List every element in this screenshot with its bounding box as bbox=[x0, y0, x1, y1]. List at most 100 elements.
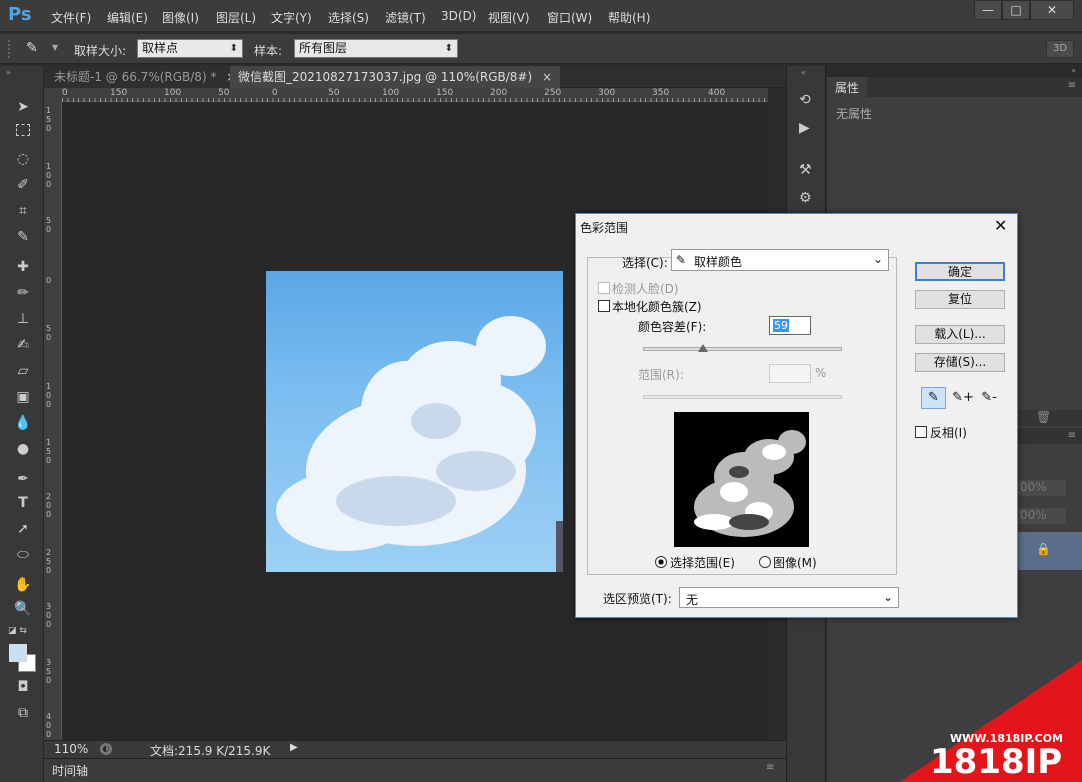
properties-tab-bar: 属性 ≡ bbox=[827, 77, 1082, 97]
adjustments-icon[interactable]: ⚙ bbox=[799, 190, 812, 206]
no-properties-text: 无属性 bbox=[836, 107, 873, 121]
menu-edit[interactable]: 编辑(E) bbox=[107, 9, 148, 26]
image-radio[interactable] bbox=[759, 556, 771, 568]
dialog-close-icon[interactable]: ✕ bbox=[994, 216, 1007, 235]
status-menu-arrow-icon[interactable]: ▶ bbox=[290, 742, 298, 753]
eyedropper-tool-icon[interactable]: ✎ bbox=[12, 228, 34, 246]
clone-stamp-tool-icon[interactable]: ⊥ bbox=[12, 310, 34, 328]
eyedropper-tool-icon[interactable]: ✎ bbox=[26, 40, 38, 56]
detect-faces-checkbox[interactable] bbox=[598, 282, 610, 294]
invert-checkbox[interactable] bbox=[915, 426, 927, 438]
dodge-tool-icon[interactable]: ● bbox=[12, 440, 34, 458]
range-input[interactable] bbox=[769, 364, 811, 383]
brush-presets-icon[interactable]: ⚒ bbox=[799, 162, 812, 178]
menu-help[interactable]: 帮助(H) bbox=[608, 9, 650, 26]
opacity-field[interactable]: 00% bbox=[1018, 480, 1066, 496]
vertical-ruler[interactable]: 150 100 50 0 50 100 150 200 250 300 350 … bbox=[44, 102, 62, 740]
sample-size-select[interactable]: 取样点 ⬍ bbox=[137, 39, 243, 58]
gradient-tool-icon[interactable]: ▣ bbox=[12, 388, 34, 406]
3d-mode-button[interactable]: 3D bbox=[1046, 40, 1074, 58]
range-slider[interactable] bbox=[643, 395, 842, 399]
healing-brush-tool-icon[interactable]: ✚ bbox=[12, 258, 34, 276]
fuzziness-slider[interactable] bbox=[643, 347, 842, 351]
crop-tool-icon[interactable]: ⌗ bbox=[12, 202, 34, 220]
menu-view[interactable]: 视图(V) bbox=[488, 9, 530, 26]
expand-panels-icon[interactable]: « bbox=[801, 68, 806, 77]
selection-preview-dropdown[interactable]: 无 ⌄ bbox=[679, 587, 899, 608]
load-button[interactable]: 载入(L)... bbox=[915, 325, 1005, 344]
menu-filter[interactable]: 滤镜(T) bbox=[385, 9, 426, 26]
marquee-tool-icon[interactable] bbox=[16, 124, 30, 136]
zoom-level[interactable]: 110% bbox=[54, 742, 88, 756]
selection-radio[interactable] bbox=[655, 556, 667, 568]
move-tool-icon[interactable]: ➤ bbox=[12, 98, 34, 116]
fuzziness-slider-thumb[interactable] bbox=[697, 344, 708, 352]
range-label: 范围(R): bbox=[638, 368, 684, 382]
ruler-tick: 350 bbox=[46, 658, 52, 685]
selection-preview-label: 选区预览(T): bbox=[603, 592, 672, 606]
ruler-origin[interactable] bbox=[44, 88, 62, 102]
panel-menu-icon[interactable]: ≡ bbox=[1068, 430, 1076, 441]
menu-3d[interactable]: 3D(D) bbox=[441, 9, 476, 23]
delete-icon[interactable]: 🗑 bbox=[1036, 410, 1051, 424]
status-bar: 110% ◐ 文档:215.9 K/215.9K ▶ bbox=[44, 740, 786, 758]
panel-menu-icon[interactable]: ≡ bbox=[766, 762, 774, 773]
brush-tool-icon[interactable]: ✏ bbox=[12, 284, 34, 302]
fuzziness-input[interactable]: 59 bbox=[769, 316, 811, 335]
quick-select-tool-icon[interactable]: ✐ bbox=[12, 176, 34, 194]
pen-tool-icon[interactable]: ✒ bbox=[12, 470, 34, 488]
select-dropdown[interactable]: ✎ 取样颜色 ⌄ bbox=[671, 249, 889, 271]
history-icon[interactable]: ⟲ bbox=[799, 92, 811, 108]
timeline-panel: 时间轴 ≡ bbox=[44, 758, 786, 782]
menu-image[interactable]: 图像(I) bbox=[162, 9, 199, 26]
eyedropper-subtract-icon[interactable]: ✎- bbox=[978, 388, 1000, 408]
close-window-button[interactable]: ✕ bbox=[1030, 0, 1074, 20]
select-label: 选择(C): bbox=[622, 256, 668, 270]
default-colors-icon[interactable]: ◪ ⇆ bbox=[8, 626, 27, 636]
menu-layer[interactable]: 图层(L) bbox=[216, 9, 256, 26]
close-tab-icon[interactable]: × bbox=[542, 70, 552, 84]
localized-clusters-checkbox[interactable] bbox=[598, 300, 610, 312]
quick-mask-icon[interactable]: ◘ bbox=[12, 678, 34, 696]
actions-play-icon[interactable]: ▶ bbox=[799, 120, 810, 136]
sample-select[interactable]: 所有图层 ⬍ bbox=[294, 39, 458, 58]
panel-collapse-icon[interactable]: » bbox=[6, 68, 11, 77]
options-grip[interactable] bbox=[8, 40, 10, 58]
timeline-label[interactable]: 时间轴 bbox=[52, 762, 88, 779]
fill-field[interactable]: 00% bbox=[1018, 508, 1066, 524]
screen-mode-icon[interactable]: ⧉ bbox=[12, 704, 34, 722]
properties-footer: 🗑 bbox=[1018, 410, 1082, 426]
foreground-color-swatch[interactable] bbox=[9, 644, 27, 662]
horizontal-ruler[interactable]: 0 150 100 50 0 50 100 150 200 250 300 35… bbox=[62, 88, 768, 102]
ok-button[interactable]: 确定 bbox=[915, 262, 1005, 281]
tab-wechat-screenshot[interactable]: 微信截图_20210827173037.jpg @ 110%(RGB/8#) × bbox=[230, 66, 561, 88]
share-icon[interactable]: ◐ bbox=[100, 743, 112, 755]
eyedropper-sample-icon[interactable]: ✎ bbox=[921, 387, 946, 409]
tab-untitled[interactable]: 未标题-1 @ 66.7%(RGB/8) * × bbox=[46, 66, 245, 88]
menu-select[interactable]: 选择(S) bbox=[328, 9, 369, 26]
panel-menu-icon[interactable]: ≡ bbox=[1068, 80, 1076, 91]
layer-row-selected[interactable]: 🔒 bbox=[1018, 532, 1082, 570]
collapse-panel-icon[interactable]: » bbox=[1071, 66, 1076, 75]
minimize-button[interactable]: — bbox=[974, 0, 1002, 20]
menu-type[interactable]: 文字(Y) bbox=[271, 9, 312, 26]
zoom-tool-icon[interactable]: 🔍 bbox=[12, 600, 34, 618]
history-brush-tool-icon[interactable]: ✍ bbox=[12, 336, 34, 354]
path-select-tool-icon[interactable]: ➚ bbox=[12, 520, 34, 538]
ellipse-tool-icon[interactable]: ⬭ bbox=[12, 546, 34, 564]
sample-size-value: 取样点 bbox=[142, 41, 179, 55]
tool-preset-chevron-icon[interactable]: ▼ bbox=[52, 43, 58, 52]
type-tool-icon[interactable]: T bbox=[12, 494, 34, 512]
maximize-button[interactable]: □ bbox=[1002, 0, 1030, 20]
sky-cloud-image[interactable] bbox=[266, 271, 563, 572]
eraser-tool-icon[interactable]: ▱ bbox=[12, 362, 34, 380]
lasso-tool-icon[interactable]: ◌ bbox=[12, 150, 34, 168]
menu-file[interactable]: 文件(F) bbox=[51, 9, 91, 26]
blur-tool-icon[interactable]: 💧 bbox=[12, 414, 34, 432]
tab-properties[interactable]: 属性 bbox=[827, 77, 868, 97]
hand-tool-icon[interactable]: ✋ bbox=[12, 576, 34, 594]
eyedropper-add-icon[interactable]: ✎+ bbox=[952, 388, 974, 408]
save-button[interactable]: 存储(S)... bbox=[915, 353, 1005, 372]
reset-button[interactable]: 复位 bbox=[915, 290, 1005, 309]
menu-window[interactable]: 窗口(W) bbox=[547, 9, 592, 26]
